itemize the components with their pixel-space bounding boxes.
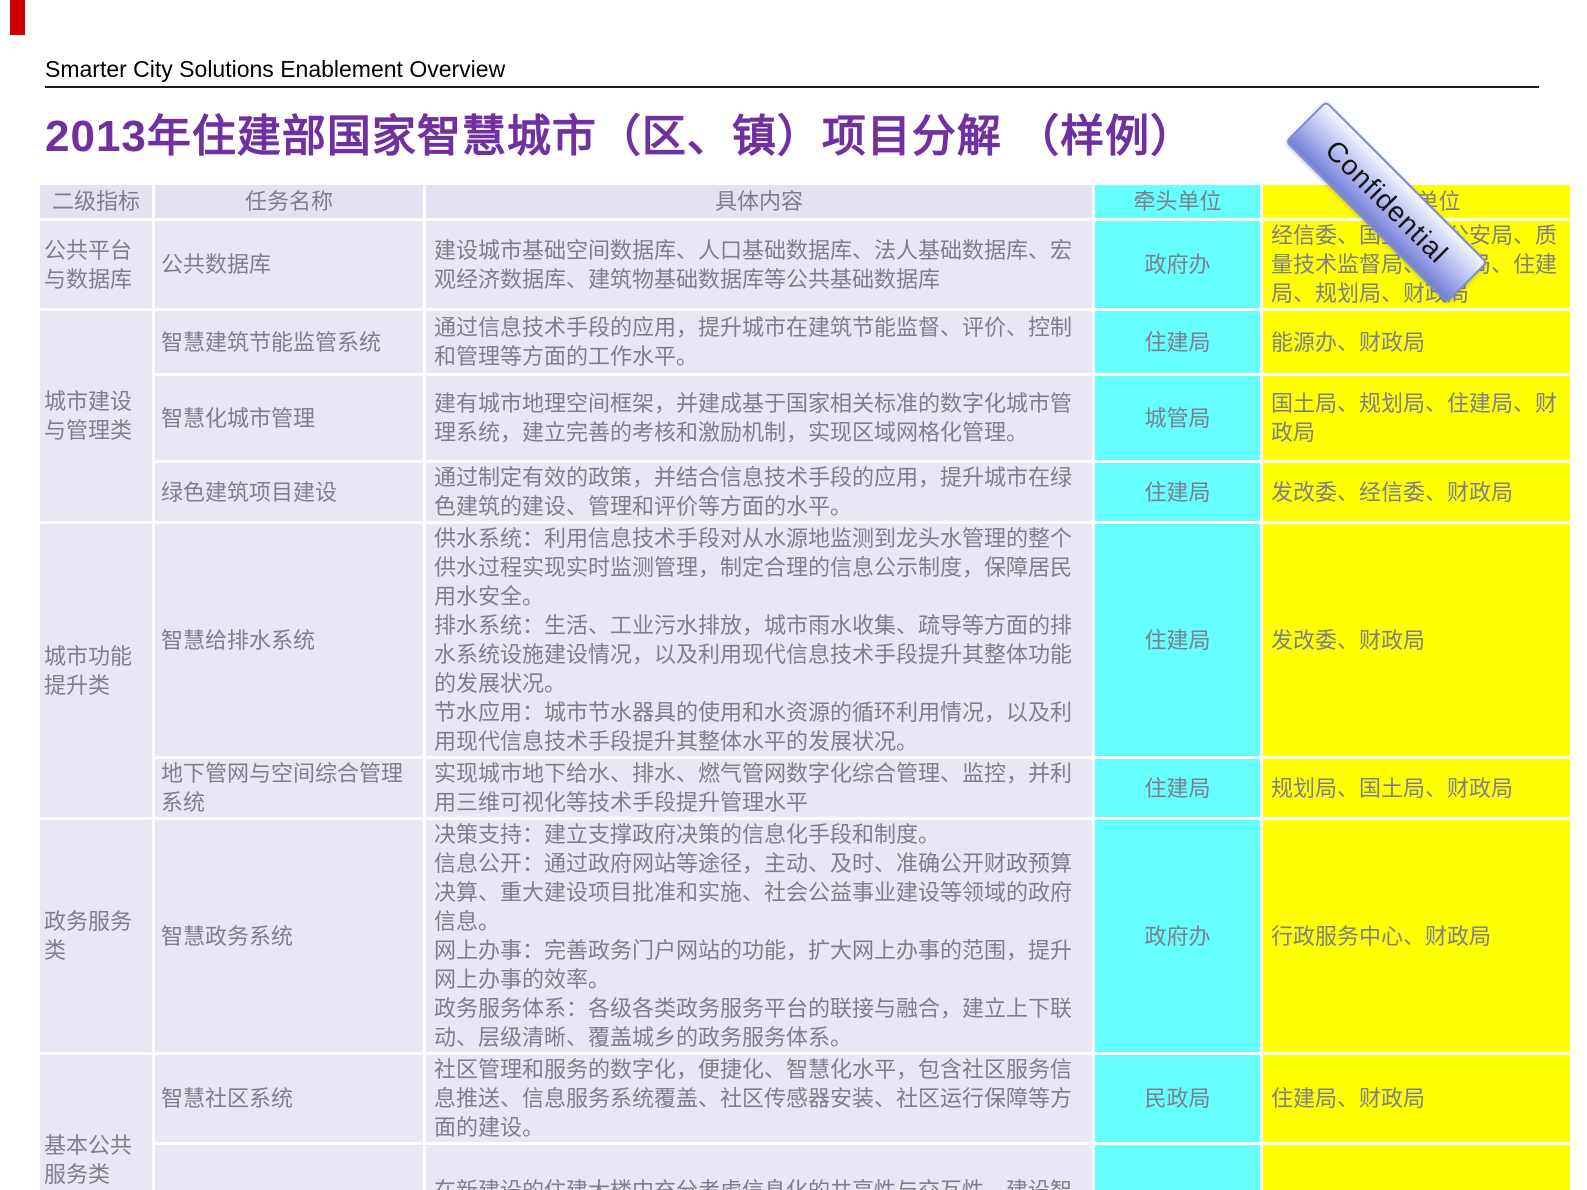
lead-unit-cell: 城管局	[1095, 376, 1260, 460]
table-row: 智慧化城市管理 建有城市地理空间框架，并建成基于国家相关标准的数字化城市管理系统…	[40, 376, 1570, 460]
group-cell: 城市建设 与管理类	[40, 311, 152, 521]
content-cell: 建有城市地理空间框架，并建成基于国家相关标准的数字化城市管理系统，建立完善的考核…	[426, 376, 1092, 460]
red-corner-mark	[10, 0, 25, 35]
task-cell: 智慧给排水系统	[155, 524, 423, 756]
content-cell: 社区管理和服务的数字化，便捷化、智慧化水平，包含社区服务信息推送、信息服务系统覆…	[426, 1055, 1092, 1142]
content-cell: 通过信息技术手段的应用，提升城市在建筑节能监督、评价、控制和管理等方面的工作水平…	[426, 311, 1092, 373]
table-row: 公共平台 与数据库 公共数据库 建设城市基础空间数据库、人口基础数据库、法人基础…	[40, 221, 1570, 308]
group-cell: 基本公共 服务类	[40, 1055, 152, 1190]
support-unit-cell: 行政服务中心、财政局	[1263, 820, 1570, 1052]
lead-unit-cell: 住建局	[1095, 311, 1260, 373]
task-cell: 绿色建筑项目建设	[155, 463, 423, 521]
header-divider	[45, 86, 1539, 88]
slide: Smarter City Solutions Enablement Overvi…	[0, 0, 1587, 1190]
support-unit-cell: 能源办、财政局	[1263, 311, 1570, 373]
group-cell: 政务服务 类	[40, 820, 152, 1052]
task-cell: 智慧社区系统	[155, 1055, 423, 1142]
lead-unit-cell: 政府办	[1095, 221, 1260, 308]
content-cell: 决策支持：建立支撑政府决策的信息化手段和制度。 信息公开：通过政府网站等途径，主…	[426, 820, 1092, 1052]
table-row: 城市建设 与管理类 智慧建筑节能监管系统 通过信息技术手段的应用，提升城市在建筑…	[40, 311, 1570, 521]
table-row: 地下管网与空间综合管理系统 实现城市地下给水、排水、燃气管网数字化综合管理、监控…	[40, 759, 1570, 817]
content-cell: 在新建设的住建大楼中充分考虑信息化的共享性与交互性，建设智慧住建平台管理系统，构…	[426, 1145, 1092, 1190]
col-header-task: 任务名称	[155, 185, 423, 218]
task-cell: 智慧政务系统	[155, 820, 423, 1052]
col-header-content: 具体内容	[426, 185, 1092, 218]
page-title: 2013年住建部国家智慧城市（区、镇）项目分解 （样例）	[45, 112, 1196, 161]
lead-unit-cell: 民政局	[1095, 1055, 1260, 1142]
support-unit-cell: 发改委、经信委、财政局	[1263, 463, 1570, 521]
support-unit-cell: 规划局、国土局、财政局	[1263, 759, 1570, 817]
content-cell: 实现城市地下给水、排水、燃气管网数字化综合管理、监控，并利用三维可视化等技术手段…	[426, 759, 1092, 817]
task-cell: 地下管网与空间综合管理系统	[155, 759, 423, 817]
lead-unit-cell: 住建局	[1095, 759, 1260, 817]
support-unit-cell: 住建局、财政局	[1263, 1055, 1570, 1142]
group-cell: 公共平台 与数据库	[40, 221, 152, 308]
content-cell: 供水系统：利用信息技术手段对从水源地监测到龙头水管理的整个供水过程实现实时监测管…	[426, 524, 1092, 756]
content-cell: 建设城市基础空间数据库、人口基础数据库、法人基础数据库、宏观经济数据库、建筑物基…	[426, 221, 1092, 308]
task-cell: 住建局智慧管理系统	[155, 1145, 423, 1190]
task-cell: 智慧建筑节能监管系统	[155, 311, 423, 373]
table-row: 住建局智慧管理系统 在新建设的住建大楼中充分考虑信息化的共享性与交互性，建设智慧…	[40, 1145, 1570, 1190]
table-row: 城市功能 提升类 智慧给排水系统 供水系统：利用信息技术手段对从水源地监测到龙头…	[40, 524, 1570, 817]
col-header-lead-unit: 牵头单位	[1095, 185, 1260, 218]
col-header-indicator: 二级指标	[40, 185, 152, 218]
support-unit-cell: 发改委、财政局	[1263, 524, 1570, 756]
lead-unit-cell: 政府办	[1095, 820, 1260, 1052]
content-cell: 通过制定有效的政策，并结合信息技术手段的应用，提升城市在绿色建筑的建设、管理和评…	[426, 463, 1092, 521]
table-row: 绿色建筑项目建设 通过制定有效的政策，并结合信息技术手段的应用，提升城市在绿色建…	[40, 463, 1570, 521]
lead-unit-cell: 住建局	[1095, 1145, 1260, 1190]
table-row: 基本公共 服务类 智慧社区系统 社区管理和服务的数字化，便捷化、智慧化水平，包含…	[40, 1055, 1570, 1190]
lead-unit-cell: 住建局	[1095, 524, 1260, 756]
slide-eyebrow: Smarter City Solutions Enablement Overvi…	[45, 56, 506, 82]
group-cell: 城市功能 提升类	[40, 524, 152, 817]
support-unit-cell: 国土局、规划局、住建局、财政局	[1263, 376, 1570, 460]
lead-unit-cell: 住建局	[1095, 463, 1260, 521]
task-cell: 智慧化城市管理	[155, 376, 423, 460]
table-row: 政务服务 类 智慧政务系统 决策支持：建立支撑政府决策的信息化手段和制度。 信息…	[40, 820, 1570, 1052]
support-unit-cell: 财政局	[1263, 1145, 1570, 1190]
projects-table: 二级指标 任务名称 具体内容 牵头单位 配合单位 公共平台 与数据库 公共数据库…	[37, 182, 1573, 1190]
task-cell: 公共数据库	[155, 221, 423, 308]
